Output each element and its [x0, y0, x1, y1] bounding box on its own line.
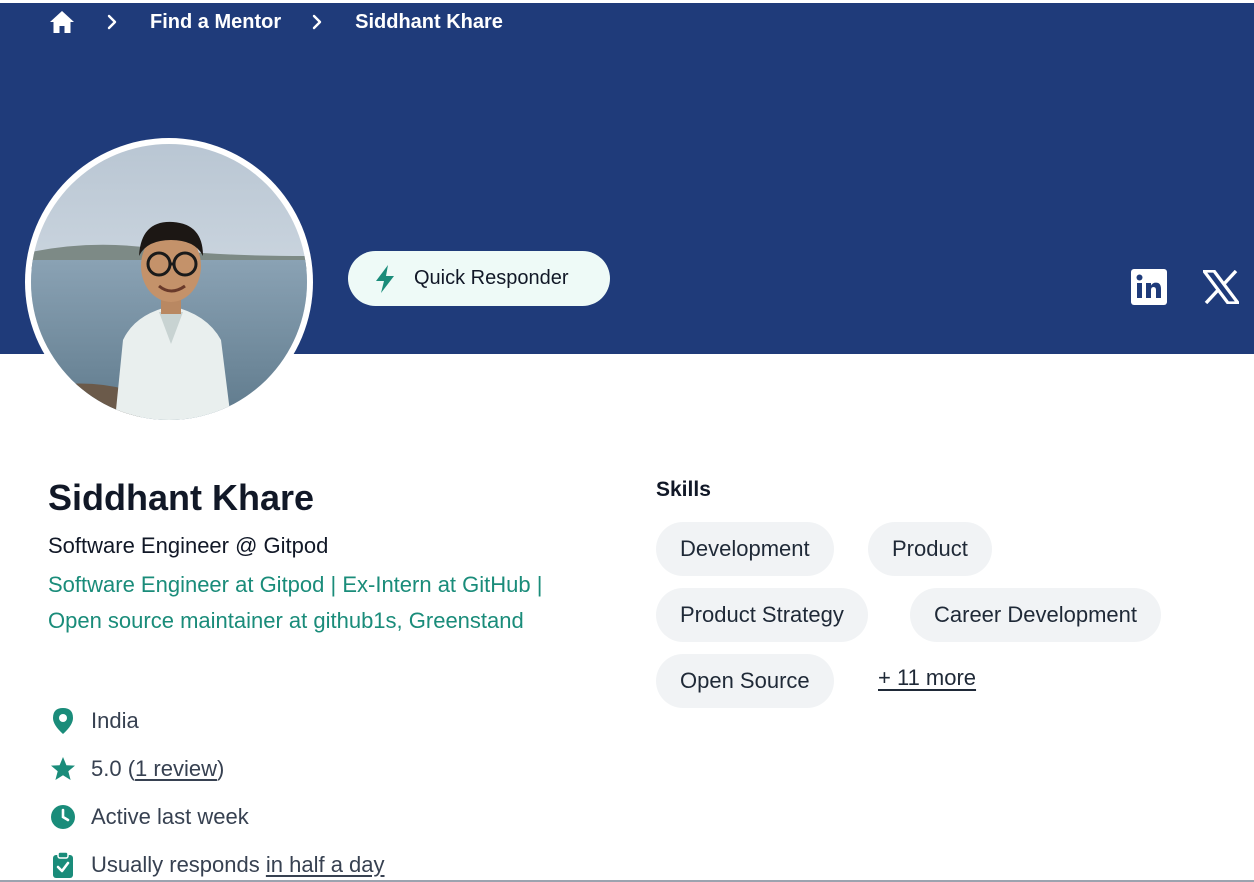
breadcrumb-current-page: Siddhant Khare	[355, 10, 503, 33]
breadcrumb: Find a Mentor Siddhant Khare	[48, 6, 503, 38]
home-icon[interactable]	[48, 8, 76, 36]
response-prefix: Usually responds	[91, 852, 266, 877]
quick-responder-badge: Quick Responder	[348, 251, 610, 306]
more-skills-link[interactable]: + 11 more	[878, 665, 976, 691]
location-text: India	[91, 708, 139, 733]
skill-chip-career-development[interactable]: Career Development	[910, 588, 1161, 642]
profile-bio: Software Engineer at Gitpod | Ex-Intern …	[48, 572, 543, 633]
reviews-link[interactable]: 1 review	[135, 756, 217, 782]
response-row: Usually responds in half a day	[48, 850, 385, 880]
star-icon	[48, 754, 78, 784]
close-paren: )	[216, 756, 225, 781]
response-time-link[interactable]: in half a day	[266, 852, 385, 878]
clipboard-check-icon	[48, 850, 78, 880]
location-row: India	[48, 706, 139, 736]
breadcrumb-find-a-mentor[interactable]: Find a Mentor	[150, 11, 281, 34]
skill-chip-product[interactable]: Product	[868, 522, 992, 576]
skill-chip-open-source[interactable]: Open Source	[656, 654, 834, 708]
chevron-right-icon	[100, 10, 124, 34]
rating-value: 5.0	[91, 756, 122, 781]
open-paren: (	[121, 756, 136, 781]
location-pin-icon	[48, 706, 78, 736]
x-icon[interactable]	[1202, 268, 1240, 306]
profile-headline: Software Engineer @ Gitpod	[48, 533, 329, 558]
profile-photo	[31, 144, 307, 420]
badge-label: Quick Responder	[414, 267, 569, 289]
profile-name: Siddhant Khare	[48, 477, 315, 518]
rating-row: 5.0 ( 1 review )	[48, 754, 224, 784]
chevron-right-icon	[305, 10, 329, 34]
activity-text: Active last week	[91, 804, 249, 829]
bolt-icon	[374, 264, 400, 294]
activity-row: Active last week	[48, 802, 249, 832]
clock-icon	[48, 802, 78, 832]
skill-chip-development[interactable]: Development	[656, 522, 834, 576]
skills-heading: Skills	[656, 478, 711, 501]
linkedin-icon[interactable]	[1130, 268, 1168, 306]
avatar	[25, 138, 313, 426]
skill-chip-product-strategy[interactable]: Product Strategy	[656, 588, 868, 642]
